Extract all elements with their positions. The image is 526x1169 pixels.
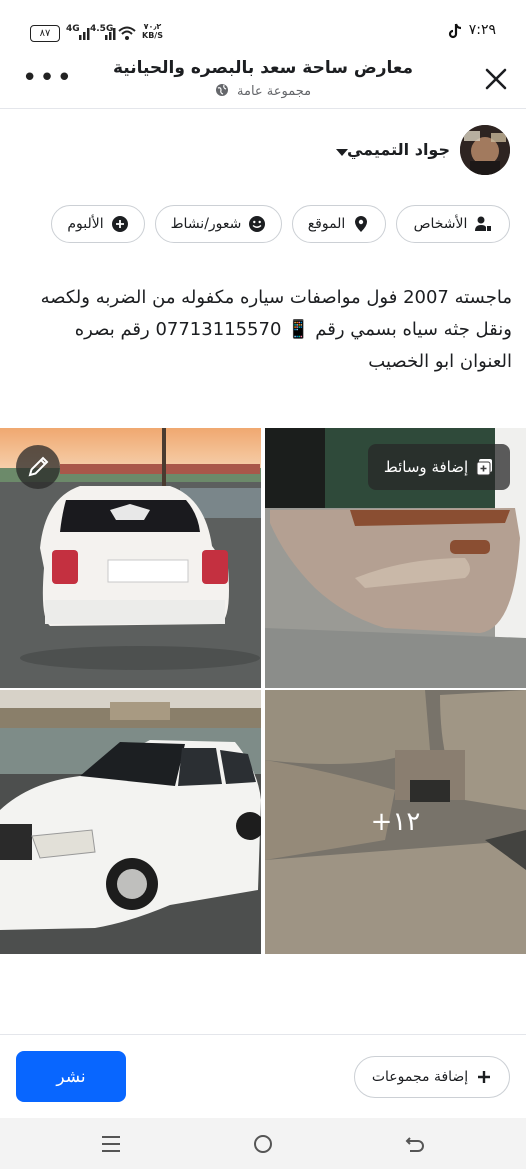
group-title: معارض ساحة سعد بالبصره والحيانية <box>112 58 414 78</box>
post-text[interactable]: ماجسته 2007 فول مواصفات سياره مكفوله من … <box>22 282 512 378</box>
photo-car-front[interactable] <box>0 690 261 954</box>
author-name[interactable]: جواد التميمي <box>347 140 450 159</box>
location-pin-icon <box>355 216 368 232</box>
back-icon[interactable] <box>404 1134 426 1154</box>
feeling-activity-chip[interactable]: شعور/نشاط <box>155 205 282 243</box>
chip-label: الموقع <box>307 216 346 232</box>
people-tag-icon <box>475 216 492 231</box>
wifi-icon <box>118 26 136 40</box>
add-groups-button[interactable]: إضافة مجموعات <box>354 1056 510 1098</box>
caret-down-icon[interactable] <box>336 149 348 156</box>
signal-bars-icon-2 <box>105 28 116 40</box>
tag-people-chip[interactable]: الأشخاص <box>396 205 510 243</box>
avatar-image <box>460 125 510 175</box>
pencil-icon <box>28 456 49 477</box>
speed-value: ٧٠٫٢ <box>143 22 162 31</box>
speed-unit: KB/S <box>142 31 163 40</box>
home-icon[interactable] <box>252 1133 274 1155</box>
network-speed: ٧٠٫٢ KB/S <box>142 22 163 40</box>
battery-indicator: ٨٧ <box>30 25 60 42</box>
clock: ٧:٢٩ <box>468 22 496 38</box>
plus-circle-icon <box>111 216 128 232</box>
more-photos-count[interactable]: +١٢ <box>265 690 526 954</box>
status-bar: ٨٧ 4G 4.5G ٧٠٫٢ KB/S ٧:٢٩ <box>0 0 526 50</box>
chip-label: الألبوم <box>67 216 104 232</box>
composer-header: ••• معارض ساحة سعد بالبصره والحيانية مجم… <box>0 50 526 109</box>
add-media-label: إضافة وسائط <box>383 458 469 476</box>
globe-icon <box>215 84 228 96</box>
add-groups-label: إضافة مجموعات <box>371 1069 469 1085</box>
post-button[interactable]: نشر <box>16 1051 126 1102</box>
smiley-icon <box>249 216 266 232</box>
plus-icon <box>478 1071 491 1083</box>
recent-apps-icon[interactable] <box>100 1134 122 1154</box>
avatar <box>460 125 510 175</box>
tiktok-notification-icon <box>448 23 462 39</box>
system-nav-bar <box>0 1118 526 1169</box>
location-chip[interactable]: الموقع <box>292 205 386 243</box>
privacy-label: مجموعة عامة <box>237 84 312 99</box>
group-privacy: مجموعة عامة <box>60 83 466 99</box>
close-icon[interactable] <box>482 65 510 93</box>
add-media-button[interactable]: إضافة وسائط <box>368 444 510 490</box>
edit-photo-button[interactable] <box>16 445 60 489</box>
chip-label: الأشخاص <box>413 216 468 232</box>
chip-label: شعور/نشاط <box>170 216 242 232</box>
add-media-icon <box>476 459 493 476</box>
album-chip[interactable]: الألبوم <box>51 205 145 243</box>
